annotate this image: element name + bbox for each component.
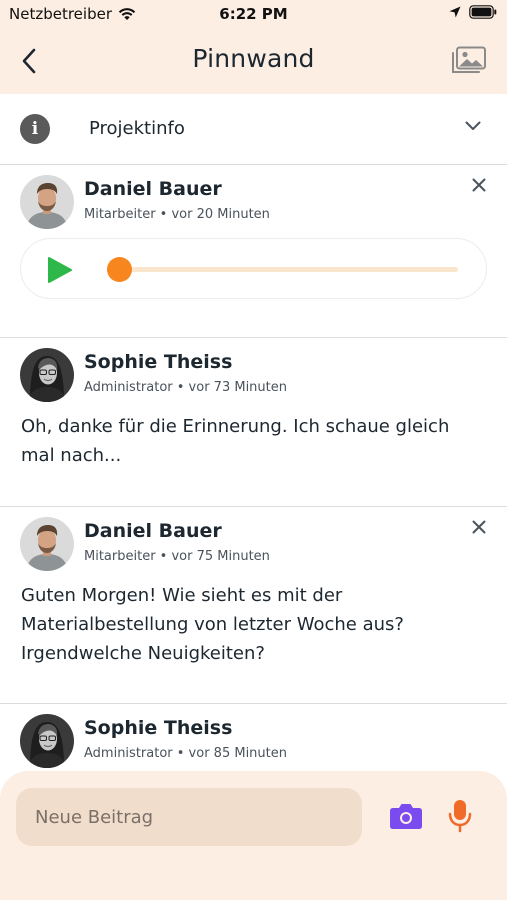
post-meta: Mitarbeiter • vor 20 Minuten [84,207,270,222]
avatar [20,714,74,768]
project-info-row[interactable]: i Projektinfo [0,94,507,165]
close-icon[interactable] [471,177,487,193]
post-meta: Administrator • vor 85 Minuten [84,746,287,761]
avatar [20,517,74,571]
status-time: 6:22 PM [219,5,288,23]
close-icon[interactable] [471,519,487,535]
play-icon[interactable] [47,256,73,284]
audio-player [20,238,487,299]
post-meta: Administrator • vor 73 Minuten [84,380,287,395]
avatar [20,348,74,402]
chevron-down-icon [465,121,481,130]
app-header: Netzbetreiber 6:22 PM Pinnwand [0,0,507,94]
post-card: Daniel Bauer Mitarbeiter • vor 75 Minute… [0,507,507,704]
post-text: Oh, danke für die Erinnerung. Ich schaue… [21,416,450,466]
post-card: Sophie Theiss Administrator • vor 73 Min… [0,338,507,507]
post-author: Daniel Bauer [84,520,222,542]
navigation-bar: Pinnwand [0,28,507,94]
audio-progress-handle[interactable] [107,257,132,282]
microphone-icon[interactable] [448,799,472,833]
status-bar: Netzbetreiber 6:22 PM [0,0,507,28]
post-author: Sophie Theiss [84,351,233,373]
post-meta: Mitarbeiter • vor 75 Minuten [84,549,270,564]
posts-feed: Daniel Bauer Mitarbeiter • vor 20 Minute… [0,165,507,775]
camera-icon[interactable] [389,802,423,830]
post-text: Guten Morgen! Wie sieht es mit der Mater… [21,585,404,664]
info-icon: i [20,114,50,144]
new-post-input[interactable] [16,788,362,846]
battery-icon [469,5,497,19]
page-title: Pinnwand [192,44,315,73]
post-author: Sophie Theiss [84,717,233,739]
gallery-button[interactable] [451,43,487,77]
post-card: Sophie Theiss Administrator • vor 85 Min… [0,704,507,775]
project-info-label: Projektinfo [89,118,185,139]
avatar [20,175,74,229]
post-card: Daniel Bauer Mitarbeiter • vor 20 Minute… [0,165,507,338]
gallery-icon [452,46,486,73]
composer-bar [0,771,507,900]
audio-progress-track[interactable] [118,267,458,272]
location-arrow-icon [449,6,461,18]
post-author: Daniel Bauer [84,178,222,200]
